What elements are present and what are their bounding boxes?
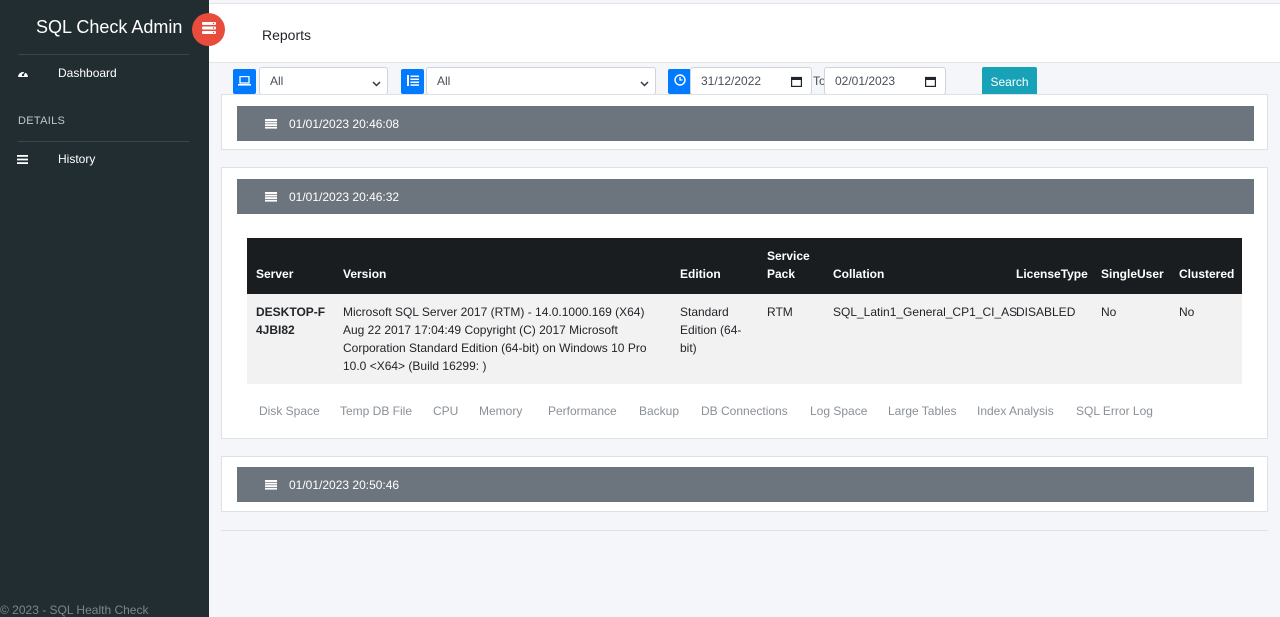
sidebar: SQL Check Admin Dashboard DETAILS Histor… bbox=[0, 0, 209, 617]
chevron-down-icon bbox=[640, 77, 649, 91]
cell-edition: Standard Edition (64-bit) bbox=[680, 305, 742, 355]
date-from-input[interactable]: 31/12/2022 bbox=[690, 67, 812, 95]
tab-db-connections[interactable]: DB Connections bbox=[701, 404, 788, 418]
server-select[interactable]: All bbox=[259, 67, 388, 95]
report-header[interactable]: 01/01/2023 20:46:08 bbox=[237, 106, 1254, 141]
tab-sql-error-log[interactable]: SQL Error Log bbox=[1076, 404, 1153, 418]
report-header[interactable]: 01/01/2023 20:46:32 bbox=[237, 179, 1254, 214]
column-header-collation: Collation bbox=[833, 267, 885, 281]
category-select-value: All bbox=[437, 74, 451, 88]
divider bbox=[221, 530, 1268, 531]
column-header-edition: Edition bbox=[680, 267, 721, 281]
server-select-value: All bbox=[270, 74, 284, 88]
report-timestamp: 01/01/2023 20:46:32 bbox=[289, 189, 400, 204]
report-timestamp: 01/01/2023 20:46:08 bbox=[289, 116, 400, 131]
topbar: Reports bbox=[209, 3, 1280, 63]
bars-icon bbox=[0, 154, 58, 164]
menu-toggle-button[interactable] bbox=[192, 13, 225, 46]
column-header-version: Version bbox=[343, 267, 387, 281]
tab-large-tables[interactable]: Large Tables bbox=[888, 404, 957, 418]
laptop-icon bbox=[238, 74, 251, 89]
category-select[interactable]: All bbox=[426, 67, 656, 95]
chevron-down-icon bbox=[372, 77, 381, 91]
cell-collation: SQL_Latin1_General_CP1_CI_AS bbox=[833, 305, 1018, 319]
date-to-input[interactable]: 02/01/2023 bbox=[824, 67, 946, 95]
page-title: Reports bbox=[262, 27, 312, 43]
report-timestamp: 01/01/2023 20:50:46 bbox=[289, 477, 400, 492]
column-header-service-pack: Service Pack bbox=[767, 249, 810, 281]
tab-backup[interactable]: Backup bbox=[639, 404, 679, 418]
tab-log-space[interactable]: Log Space bbox=[810, 404, 867, 418]
brand: SQL Check Admin bbox=[0, 0, 209, 55]
cell-service-pack: RTM bbox=[767, 305, 793, 319]
report-header[interactable]: 01/01/2023 20:50:46 bbox=[237, 467, 1254, 502]
category-filter-icon bbox=[401, 69, 424, 94]
sidebar-item-dashboard[interactable]: Dashboard bbox=[0, 59, 209, 87]
sidebar-item-label: History bbox=[58, 152, 96, 166]
section-header-details: DETAILS bbox=[18, 115, 66, 127]
cell-license-type: DISABLED bbox=[1016, 305, 1076, 319]
app-title: SQL Check Admin bbox=[36, 17, 183, 37]
report-card: 01/01/2023 20:50:46 bbox=[221, 456, 1268, 512]
report-tabs: Disk Space Temp DB File CPU Memory Perfo… bbox=[0, 404, 1280, 420]
table-header-row: Server Version Edition Service Pack Coll… bbox=[247, 238, 1242, 294]
date-from-value: 31/12/2022 bbox=[701, 74, 762, 88]
table-icon bbox=[265, 118, 277, 129]
database-icon bbox=[201, 22, 216, 37]
tab-index-analysis[interactable]: Index Analysis bbox=[977, 404, 1054, 418]
table-icon bbox=[265, 479, 277, 490]
list-icon bbox=[406, 74, 419, 89]
date-to-value: 02/01/2023 bbox=[835, 74, 896, 88]
tab-temp-db-file[interactable]: Temp DB File bbox=[340, 404, 412, 418]
tab-performance[interactable]: Performance bbox=[548, 404, 617, 418]
cell-clustered: No bbox=[1179, 305, 1195, 319]
calendar-icon[interactable] bbox=[925, 76, 937, 90]
report-card: 01/01/2023 20:46:08 bbox=[221, 94, 1268, 150]
clock-icon bbox=[673, 74, 686, 89]
tachometer-icon bbox=[0, 68, 58, 79]
column-header-license-type: LicenseType bbox=[1016, 267, 1088, 281]
table-row: DESKTOP-F4JBI82 Microsoft SQL Server 201… bbox=[247, 294, 1242, 384]
brand-divider bbox=[18, 54, 189, 55]
calendar-icon[interactable] bbox=[791, 76, 803, 90]
sidebar-item-history[interactable]: History bbox=[0, 145, 209, 173]
search-button[interactable]: Search bbox=[982, 67, 1037, 96]
column-header-clustered: Clustered bbox=[1179, 267, 1235, 281]
date-filter-icon bbox=[668, 69, 691, 94]
section-divider bbox=[18, 141, 189, 142]
table-icon bbox=[265, 191, 277, 202]
cell-single-user: No bbox=[1101, 305, 1117, 319]
sidebar-item-label: Dashboard bbox=[58, 66, 117, 80]
cell-version: Microsoft SQL Server 2017 (RTM) - 14.0.1… bbox=[343, 305, 647, 373]
cell-server: DESKTOP-F4JBI82 bbox=[256, 305, 326, 337]
column-header-single-user: SingleUser bbox=[1101, 267, 1164, 281]
column-header-server: Server bbox=[256, 267, 294, 281]
server-filter-icon bbox=[233, 69, 256, 94]
footer-text: © 2023 - SQL Health Check bbox=[0, 603, 149, 617]
tab-disk-space[interactable]: Disk Space bbox=[259, 404, 320, 418]
tab-cpu[interactable]: CPU bbox=[433, 404, 458, 418]
tab-memory[interactable]: Memory bbox=[479, 404, 522, 418]
